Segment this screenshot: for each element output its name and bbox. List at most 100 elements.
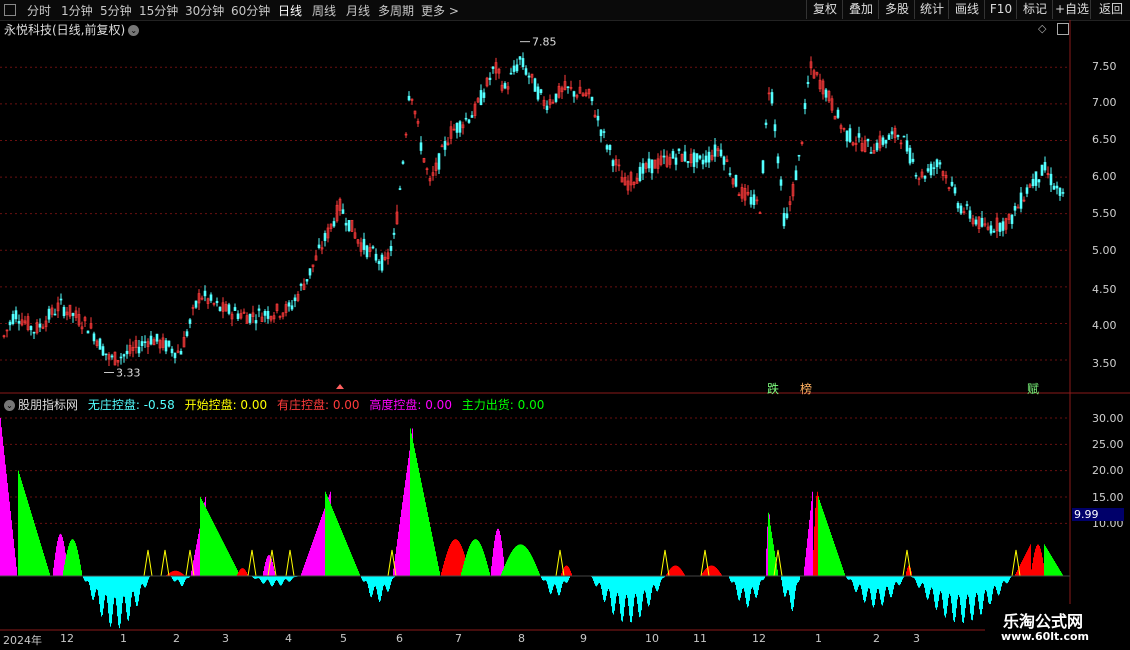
candle-body xyxy=(704,155,708,163)
candle-body xyxy=(203,290,207,297)
candle-body xyxy=(953,187,957,194)
candle-body xyxy=(377,261,381,264)
candle-body xyxy=(938,162,942,165)
candle-body xyxy=(503,83,507,89)
candle-body xyxy=(488,77,492,80)
candle-body xyxy=(347,220,351,232)
candle-body xyxy=(110,355,114,358)
candle-body xyxy=(647,158,651,169)
candle-body xyxy=(170,348,174,354)
candle-body xyxy=(734,175,738,187)
candle-body xyxy=(887,134,891,140)
candle-body xyxy=(848,128,852,142)
candle-body xyxy=(308,268,312,276)
price-low-label: 3.33 xyxy=(116,366,141,379)
candle-body xyxy=(179,351,183,355)
candle-body xyxy=(770,92,774,104)
timeline-month: 1 xyxy=(120,632,127,645)
candle-body xyxy=(71,312,75,316)
candle-body xyxy=(692,152,696,167)
candle-body xyxy=(536,86,540,100)
candle-body xyxy=(98,338,102,350)
signal-label: 跌 xyxy=(767,382,780,396)
candle-body xyxy=(482,92,486,98)
candle-body xyxy=(38,323,42,328)
timeline-month: 2 xyxy=(873,632,880,645)
timeline-month: 11 xyxy=(693,632,707,645)
timeline-month: 6 xyxy=(396,632,403,645)
candle-body xyxy=(965,204,969,206)
candle-body xyxy=(638,166,642,181)
candle-body xyxy=(8,321,12,326)
candle-body xyxy=(539,89,543,94)
yellow-spike xyxy=(143,549,153,577)
candle-body xyxy=(1001,221,1005,231)
candle-body xyxy=(662,155,666,158)
candle-body xyxy=(545,105,549,111)
candle-body xyxy=(761,160,765,174)
candle-body xyxy=(464,117,468,120)
candle-body xyxy=(233,307,237,311)
chevron-down-icon[interactable]: ⌄ xyxy=(4,400,15,411)
candle-body xyxy=(155,333,159,342)
candle-body xyxy=(455,122,459,133)
candle-body xyxy=(905,140,909,152)
candle-body xyxy=(1010,214,1014,224)
candle-body xyxy=(695,153,699,163)
candle-body xyxy=(566,86,570,89)
candle-body xyxy=(521,58,525,68)
candle-body xyxy=(266,310,270,319)
candle-body xyxy=(149,335,153,345)
candle-body xyxy=(173,352,177,359)
candle-body xyxy=(119,356,123,359)
candle-body xyxy=(491,66,495,69)
price-axis-label: 4.00 xyxy=(1092,319,1117,332)
candle-body xyxy=(185,331,189,337)
timeline-month: 4 xyxy=(285,632,292,645)
candle-body xyxy=(782,213,786,227)
indicator-axis-label: 20.00 xyxy=(1092,464,1124,477)
yellow-spike xyxy=(285,549,295,577)
candle-body xyxy=(923,175,927,179)
candle-body xyxy=(362,238,366,250)
candle-body xyxy=(290,305,294,310)
timeline-month: 7 xyxy=(455,632,462,645)
candle-body xyxy=(896,135,900,137)
candle-body xyxy=(188,319,192,324)
candle-body xyxy=(776,156,780,164)
candle-body xyxy=(698,155,702,159)
timeline-month: 12 xyxy=(60,632,74,645)
timeline-month: 12 xyxy=(752,632,766,645)
timeline-month: 10 xyxy=(645,632,659,645)
timeline-month: 8 xyxy=(518,632,525,645)
candle-body xyxy=(875,142,879,151)
candle-body xyxy=(803,103,807,110)
candle-body xyxy=(992,230,996,233)
candle-body xyxy=(194,300,198,308)
watermark-url: www.60lt.com xyxy=(1001,630,1090,643)
candle-body xyxy=(344,222,348,226)
candle-body xyxy=(215,301,219,303)
candle-body xyxy=(518,56,522,60)
candle-body xyxy=(797,154,801,157)
candle-body xyxy=(1049,173,1053,186)
price-high-label: 7.85 xyxy=(532,36,557,49)
candle-body xyxy=(101,346,105,356)
price-axis-label: 6.50 xyxy=(1092,133,1117,146)
candle-body xyxy=(932,167,936,169)
timeline-month: 3 xyxy=(222,632,229,645)
candle-body xyxy=(1031,179,1035,187)
signal-label: 赋 xyxy=(1027,382,1040,396)
candle-body xyxy=(305,279,309,282)
candle-body xyxy=(1019,192,1023,209)
candle-body xyxy=(287,302,291,307)
candle-body xyxy=(524,68,528,75)
price-chart[interactable]: 7.85 3.33 xyxy=(0,0,1130,650)
candle-body xyxy=(443,141,447,150)
candle-body xyxy=(650,159,654,174)
candle-body xyxy=(137,346,141,354)
candle-body xyxy=(527,75,531,78)
candle-body xyxy=(47,308,51,320)
candle-body xyxy=(914,174,918,177)
candle-body xyxy=(458,121,462,133)
